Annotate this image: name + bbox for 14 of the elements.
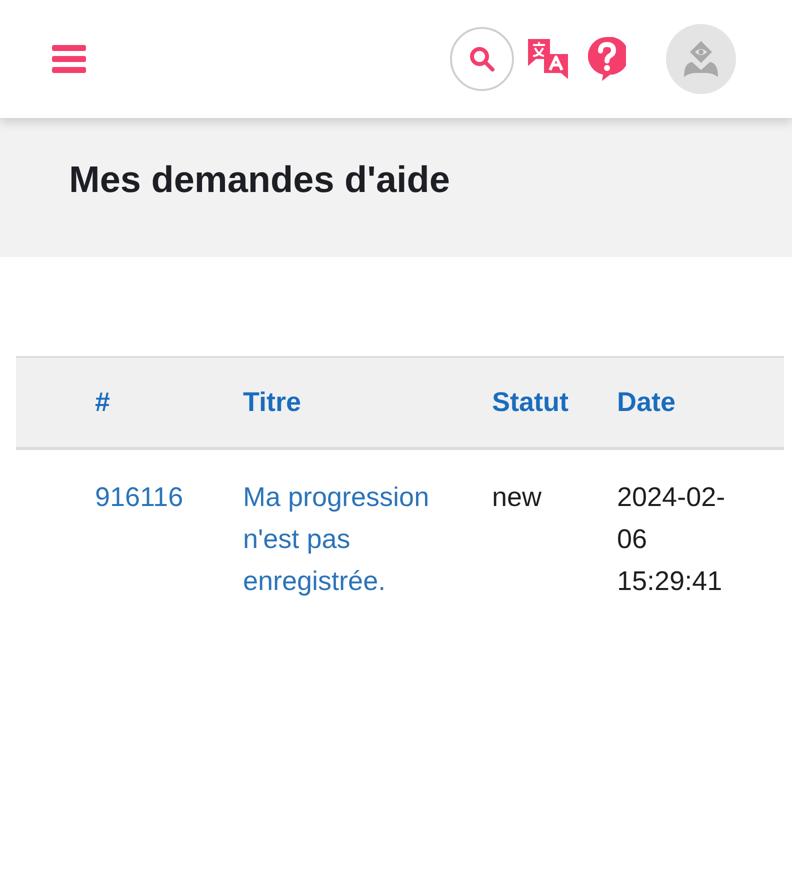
column-header[interactable]: Titre	[243, 387, 302, 417]
column-header[interactable]: Statut	[492, 387, 568, 417]
table-link[interactable]: 916116	[95, 476, 184, 518]
avatar-silhouette-icon	[684, 41, 718, 77]
table-link[interactable]: Ma progression n'est pas enregistrée.	[243, 476, 463, 602]
table-cell-text: 2024-02-06 15:29:41	[617, 481, 726, 598]
menu-icon[interactable]	[52, 45, 86, 73]
column-header[interactable]: Date	[617, 387, 676, 417]
table-cell-text: new	[492, 481, 542, 514]
search-icon	[469, 46, 495, 72]
column-header[interactable]: #	[95, 387, 110, 417]
page-title: Mes demandes d'aide	[69, 158, 450, 200]
translate-icon[interactable]	[528, 39, 568, 79]
help-icon[interactable]	[588, 37, 626, 81]
